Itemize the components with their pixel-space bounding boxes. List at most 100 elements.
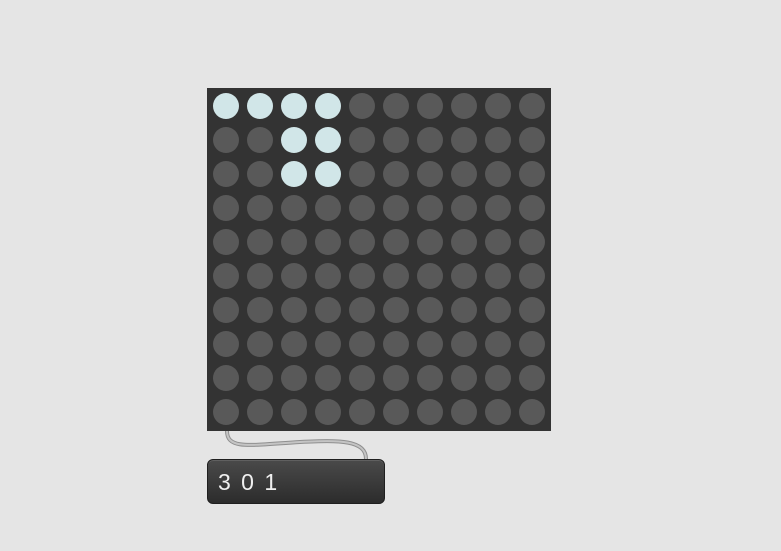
- led-cell-r9-c7[interactable]: [451, 399, 477, 425]
- led-cell-r5-c4[interactable]: [349, 263, 375, 289]
- led-cell-r8-c7[interactable]: [451, 365, 477, 391]
- led-cell-r7-c5[interactable]: [383, 331, 409, 357]
- led-cell-r5-c0[interactable]: [213, 263, 239, 289]
- led-cell-r6-c7[interactable]: [451, 297, 477, 323]
- led-cell-r6-c2[interactable]: [281, 297, 307, 323]
- led-cell-r1-c8[interactable]: [485, 127, 511, 153]
- led-cell-r8-c5[interactable]: [383, 365, 409, 391]
- led-cell-r1-c3[interactable]: [315, 127, 341, 153]
- led-cell-r1-c6[interactable]: [417, 127, 443, 153]
- led-cell-r0-c0[interactable]: [213, 93, 239, 119]
- led-cell-r3-c1[interactable]: [247, 195, 273, 221]
- led-cell-r6-c5[interactable]: [383, 297, 409, 323]
- led-cell-r6-c6[interactable]: [417, 297, 443, 323]
- led-cell-r4-c6[interactable]: [417, 229, 443, 255]
- led-cell-r7-c6[interactable]: [417, 331, 443, 357]
- led-cell-r7-c3[interactable]: [315, 331, 341, 357]
- led-cell-r2-c5[interactable]: [383, 161, 409, 187]
- led-cell-r8-c4[interactable]: [349, 365, 375, 391]
- led-cell-r1-c0[interactable]: [213, 127, 239, 153]
- led-cell-r8-c2[interactable]: [281, 365, 307, 391]
- led-cell-r9-c9[interactable]: [519, 399, 545, 425]
- led-cell-r7-c7[interactable]: [451, 331, 477, 357]
- led-cell-r7-c1[interactable]: [247, 331, 273, 357]
- patch-cord-line[interactable]: [225, 429, 368, 461]
- led-cell-r2-c2[interactable]: [281, 161, 307, 187]
- led-cell-r1-c2[interactable]: [281, 127, 307, 153]
- led-cell-r2-c9[interactable]: [519, 161, 545, 187]
- led-cell-r3-c4[interactable]: [349, 195, 375, 221]
- led-cell-r4-c5[interactable]: [383, 229, 409, 255]
- led-cell-r6-c8[interactable]: [485, 297, 511, 323]
- led-cell-r1-c4[interactable]: [349, 127, 375, 153]
- led-cell-r6-c3[interactable]: [315, 297, 341, 323]
- led-cell-r4-c1[interactable]: [247, 229, 273, 255]
- led-cell-r1-c5[interactable]: [383, 127, 409, 153]
- led-cell-r4-c2[interactable]: [281, 229, 307, 255]
- led-cell-r5-c3[interactable]: [315, 263, 341, 289]
- led-matrix[interactable]: [207, 88, 551, 431]
- led-cell-r4-c8[interactable]: [485, 229, 511, 255]
- led-cell-r3-c8[interactable]: [485, 195, 511, 221]
- led-cell-r5-c5[interactable]: [383, 263, 409, 289]
- led-cell-r9-c4[interactable]: [349, 399, 375, 425]
- led-cell-r2-c6[interactable]: [417, 161, 443, 187]
- led-cell-r3-c2[interactable]: [281, 195, 307, 221]
- led-cell-r6-c4[interactable]: [349, 297, 375, 323]
- led-cell-r0-c3[interactable]: [315, 93, 341, 119]
- led-cell-r3-c7[interactable]: [451, 195, 477, 221]
- led-cell-r7-c0[interactable]: [213, 331, 239, 357]
- led-cell-r1-c1[interactable]: [247, 127, 273, 153]
- led-cell-r5-c1[interactable]: [247, 263, 273, 289]
- led-cell-r4-c4[interactable]: [349, 229, 375, 255]
- led-cell-r6-c1[interactable]: [247, 297, 273, 323]
- led-cell-r2-c0[interactable]: [213, 161, 239, 187]
- led-cell-r7-c8[interactable]: [485, 331, 511, 357]
- led-cell-r2-c7[interactable]: [451, 161, 477, 187]
- led-cell-r5-c8[interactable]: [485, 263, 511, 289]
- led-cell-r3-c6[interactable]: [417, 195, 443, 221]
- led-cell-r6-c0[interactable]: [213, 297, 239, 323]
- led-cell-r5-c2[interactable]: [281, 263, 307, 289]
- led-cell-r8-c1[interactable]: [247, 365, 273, 391]
- led-cell-r8-c0[interactable]: [213, 365, 239, 391]
- led-cell-r0-c1[interactable]: [247, 93, 273, 119]
- led-cell-r9-c5[interactable]: [383, 399, 409, 425]
- led-cell-r0-c2[interactable]: [281, 93, 307, 119]
- led-cell-r0-c4[interactable]: [349, 93, 375, 119]
- led-cell-r0-c9[interactable]: [519, 93, 545, 119]
- led-cell-r3-c3[interactable]: [315, 195, 341, 221]
- led-cell-r7-c2[interactable]: [281, 331, 307, 357]
- led-cell-r9-c8[interactable]: [485, 399, 511, 425]
- led-cell-r5-c9[interactable]: [519, 263, 545, 289]
- led-cell-r8-c9[interactable]: [519, 365, 545, 391]
- led-cell-r8-c8[interactable]: [485, 365, 511, 391]
- led-cell-r7-c4[interactable]: [349, 331, 375, 357]
- led-cell-r2-c4[interactable]: [349, 161, 375, 187]
- led-cell-r0-c7[interactable]: [451, 93, 477, 119]
- led-cell-r2-c3[interactable]: [315, 161, 341, 187]
- led-cell-r2-c1[interactable]: [247, 161, 273, 187]
- led-cell-r3-c5[interactable]: [383, 195, 409, 221]
- led-cell-r8-c6[interactable]: [417, 365, 443, 391]
- led-cell-r8-c3[interactable]: [315, 365, 341, 391]
- led-cell-r4-c9[interactable]: [519, 229, 545, 255]
- led-cell-r4-c0[interactable]: [213, 229, 239, 255]
- led-cell-r9-c0[interactable]: [213, 399, 239, 425]
- led-cell-r1-c9[interactable]: [519, 127, 545, 153]
- led-cell-r9-c1[interactable]: [247, 399, 273, 425]
- led-cell-r5-c6[interactable]: [417, 263, 443, 289]
- led-cell-r0-c5[interactable]: [383, 93, 409, 119]
- led-cell-r4-c3[interactable]: [315, 229, 341, 255]
- led-cell-r3-c9[interactable]: [519, 195, 545, 221]
- led-cell-r2-c8[interactable]: [485, 161, 511, 187]
- led-cell-r7-c9[interactable]: [519, 331, 545, 357]
- led-cell-r9-c6[interactable]: [417, 399, 443, 425]
- led-cell-r9-c2[interactable]: [281, 399, 307, 425]
- led-cell-r0-c6[interactable]: [417, 93, 443, 119]
- led-cell-r6-c9[interactable]: [519, 297, 545, 323]
- message-box[interactable]: 3 0 1: [207, 459, 385, 504]
- led-cell-r0-c8[interactable]: [485, 93, 511, 119]
- led-cell-r9-c3[interactable]: [315, 399, 341, 425]
- led-cell-r3-c0[interactable]: [213, 195, 239, 221]
